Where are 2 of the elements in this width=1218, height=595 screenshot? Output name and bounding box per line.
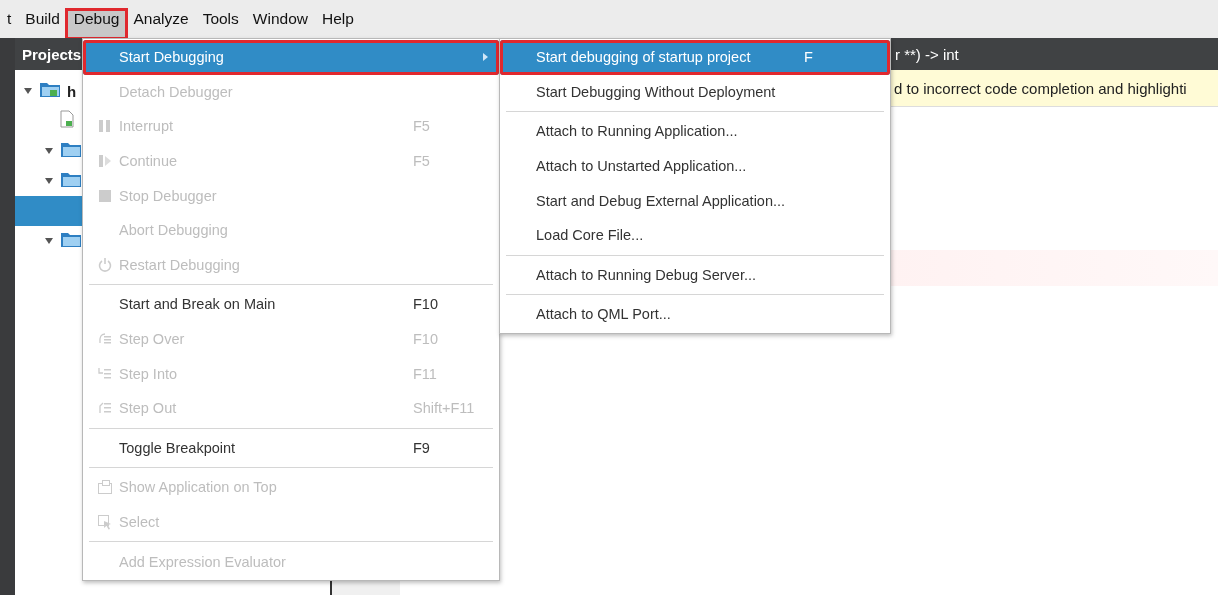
- function-signature: r **) -> int: [895, 45, 959, 63]
- project-name: h: [67, 82, 77, 100]
